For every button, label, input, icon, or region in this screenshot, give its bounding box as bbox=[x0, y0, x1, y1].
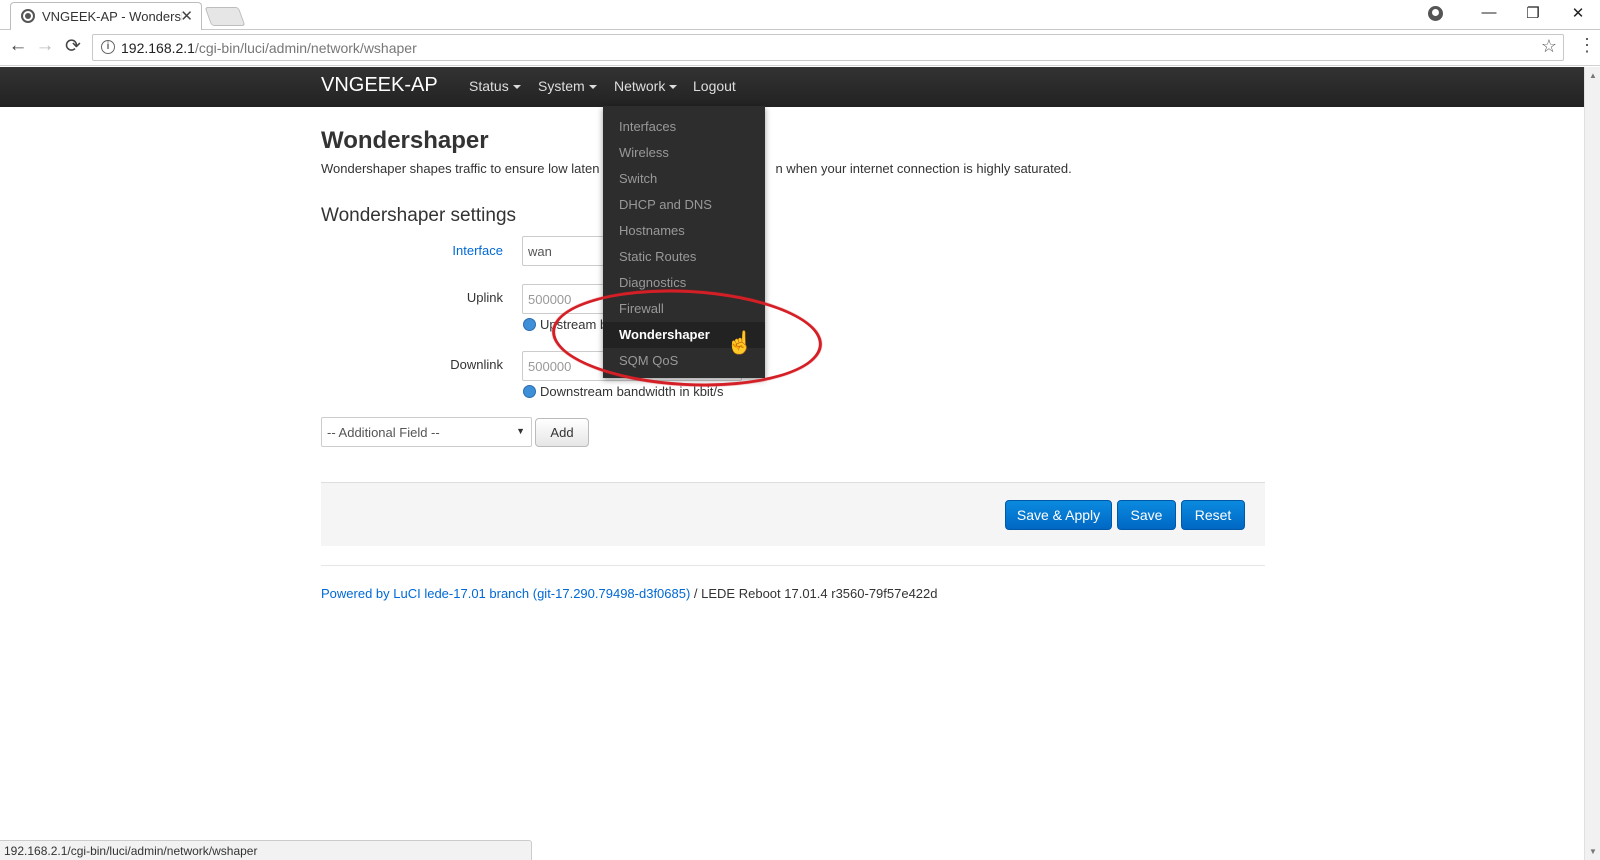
scroll-down-icon[interactable]: ▼ bbox=[1589, 847, 1597, 856]
nav-logout[interactable]: Logout bbox=[693, 78, 736, 94]
browser-menu-icon[interactable]: ⋮ bbox=[1578, 35, 1596, 56]
hand-cursor-icon: ☝ bbox=[726, 330, 754, 355]
luci-link[interactable]: Powered by LuCI lede-17.01 branch (git-1… bbox=[321, 586, 690, 601]
bookmark-star-icon[interactable]: ☆ bbox=[1541, 36, 1557, 57]
save-apply-button[interactable]: Save & Apply bbox=[1005, 500, 1112, 530]
description-start: Wondershaper shapes traffic to ensure lo… bbox=[321, 161, 600, 176]
caret-down-icon bbox=[588, 85, 597, 90]
site-favicon-icon bbox=[21, 9, 35, 23]
reset-button[interactable]: Reset bbox=[1181, 500, 1245, 530]
nav-system-label: System bbox=[538, 78, 585, 94]
nav-status-label: Status bbox=[469, 78, 509, 94]
interface-label[interactable]: Interface bbox=[323, 243, 503, 258]
additional-field-select[interactable]: -- Additional Field -- ▼ bbox=[321, 417, 532, 447]
browser-tabstrip: VNGEEK-AP - Wondershaper ✕ — ❐ ✕ bbox=[0, 0, 1600, 30]
caret-down-icon bbox=[512, 85, 521, 90]
save-button[interactable]: Save bbox=[1117, 500, 1176, 530]
scroll-up-icon[interactable]: ▲ bbox=[1589, 71, 1597, 80]
brand-logo[interactable]: VNGEEK-AP bbox=[321, 74, 438, 97]
minimize-icon[interactable]: — bbox=[1474, 4, 1504, 21]
description-end: n when your internet connection is highl… bbox=[775, 161, 1072, 176]
restore-icon[interactable]: ❐ bbox=[1518, 4, 1548, 22]
url-host: 192.168.2.1 bbox=[121, 40, 195, 56]
site-info-icon[interactable]: i bbox=[101, 40, 115, 54]
nav-status[interactable]: Status bbox=[469, 78, 521, 94]
menu-item-interfaces[interactable]: Interfaces bbox=[603, 114, 765, 140]
status-bar: 192.168.2.1/cgi-bin/luci/admin/network/w… bbox=[0, 840, 532, 860]
back-icon[interactable]: ← bbox=[6, 35, 30, 57]
luci-header: VNGEEK-AP Status System Network Logout bbox=[0, 67, 1584, 107]
forward-icon[interactable]: → bbox=[33, 35, 57, 57]
nav-network-label: Network bbox=[614, 78, 666, 94]
tab-title: VNGEEK-AP - Wondershaper bbox=[42, 9, 182, 24]
uplink-label: Uplink bbox=[466, 290, 503, 305]
footer-version: / LEDE Reboot 17.01.4 r3560-79f57e422d bbox=[690, 586, 938, 601]
downlink-label: Downlink bbox=[450, 357, 503, 372]
help-icon bbox=[523, 385, 536, 398]
profile-icon[interactable] bbox=[1428, 6, 1443, 21]
window-close-icon[interactable]: ✕ bbox=[1563, 4, 1593, 22]
select-arrow-icon: ▼ bbox=[516, 426, 525, 436]
footer: Powered by LuCI lede-17.01 branch (git-1… bbox=[321, 586, 938, 601]
help-icon bbox=[523, 318, 536, 331]
tab-close-icon[interactable]: ✕ bbox=[180, 7, 193, 25]
menu-item-wireless[interactable]: Wireless bbox=[603, 140, 765, 166]
additional-field-value: -- Additional Field -- bbox=[327, 425, 440, 440]
address-bar[interactable]: i 192.168.2.1/cgi-bin/luci/admin/network… bbox=[92, 34, 1564, 61]
reload-icon[interactable]: ⟳ bbox=[61, 35, 85, 58]
add-field-button[interactable]: Add bbox=[535, 418, 589, 447]
page-title: Wondershaper bbox=[321, 127, 489, 154]
menu-item-switch[interactable]: Switch bbox=[603, 166, 765, 192]
browser-toolbar: ← → ⟳ i 192.168.2.1/cgi-bin/luci/admin/n… bbox=[0, 30, 1600, 66]
caret-down-icon bbox=[669, 85, 678, 90]
nav-system[interactable]: System bbox=[538, 78, 597, 94]
nav-network[interactable]: Network bbox=[614, 78, 678, 94]
menu-item-static-routes[interactable]: Static Routes bbox=[603, 244, 765, 270]
address-url[interactable]: 192.168.2.1/cgi-bin/luci/admin/network/w… bbox=[121, 40, 417, 56]
new-tab-button[interactable] bbox=[204, 7, 246, 26]
form-actions: Save & Apply Save Reset bbox=[321, 482, 1265, 546]
menu-item-dhcp-dns[interactable]: DHCP and DNS bbox=[603, 192, 765, 218]
browser-tab[interactable]: VNGEEK-AP - Wondershaper ✕ bbox=[10, 2, 202, 30]
url-path: /cgi-bin/luci/admin/network/wshaper bbox=[194, 40, 417, 56]
section-title: Wondershaper settings bbox=[321, 205, 517, 226]
menu-item-hostnames[interactable]: Hostnames bbox=[603, 218, 765, 244]
page-scrollbar[interactable]: ▲ ▼ bbox=[1584, 67, 1600, 860]
footer-divider bbox=[321, 565, 1265, 566]
